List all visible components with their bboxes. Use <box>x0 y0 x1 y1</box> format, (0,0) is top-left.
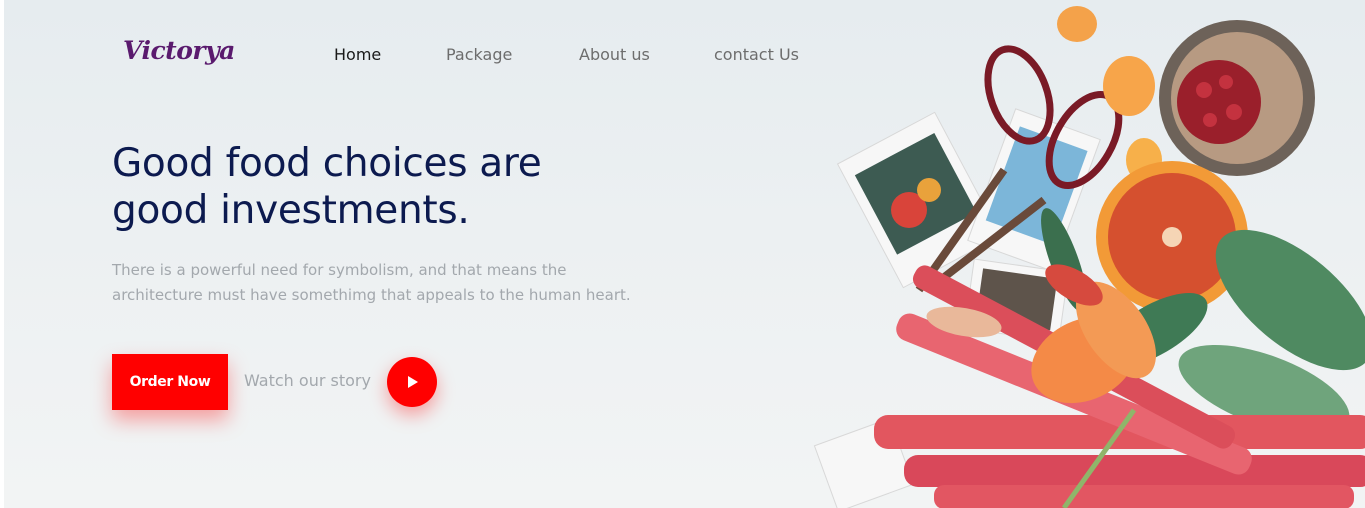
hero-section: Victorya Home Package About us contact U… <box>4 0 1365 508</box>
brand-logo[interactable]: Victorya <box>123 36 235 65</box>
hero-headline: Good food choices are good investments. <box>112 140 632 234</box>
order-now-button[interactable]: Order Now <box>112 354 228 410</box>
play-icon <box>408 376 418 388</box>
play-video-button[interactable] <box>387 357 437 407</box>
peppercorn-bowl-decor <box>1159 20 1315 176</box>
hero-headline-line-1: Good food choices are <box>112 141 542 186</box>
hero-description: There is a powerful need for symbolism, … <box>112 258 702 308</box>
food-flatlay-image <box>813 6 1365 508</box>
hero-description-line-2: architecture must have somethimg that ap… <box>112 286 631 304</box>
hero-description-line-1: There is a powerful need for symbolism, … <box>112 261 567 279</box>
nav-item-home[interactable]: Home <box>334 45 381 64</box>
nav-item-about-us[interactable]: About us <box>579 45 650 64</box>
watch-our-story-label[interactable]: Watch our story <box>244 371 371 390</box>
nav-item-package[interactable]: Package <box>446 45 512 64</box>
hero-headline-line-2: good investments. <box>112 188 470 233</box>
nav-item-contact-us[interactable]: contact Us <box>714 45 799 64</box>
